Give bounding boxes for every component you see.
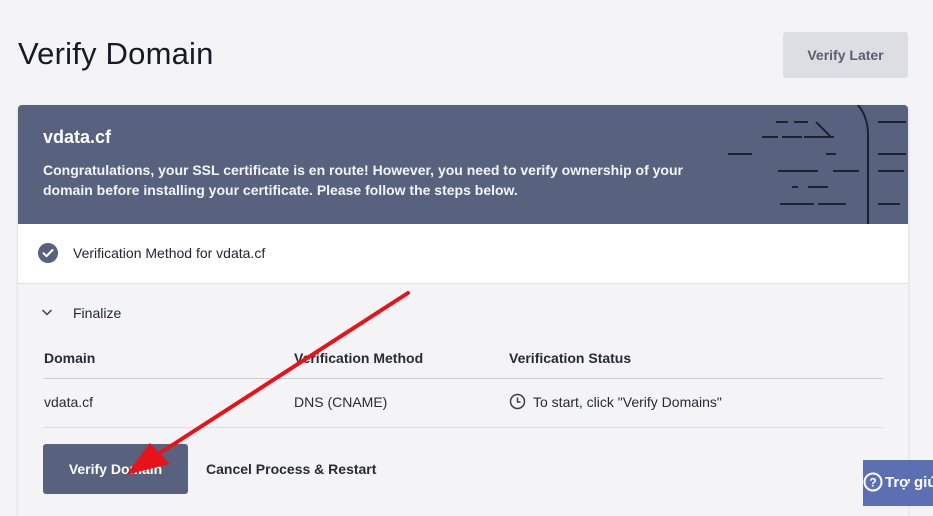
help-button[interactable]: ? Trợ giú xyxy=(863,460,933,506)
cancel-restart-link[interactable]: Cancel Process & Restart xyxy=(206,461,376,477)
column-header-domain: Domain xyxy=(44,350,96,366)
decorative-lines xyxy=(728,105,906,224)
svg-text:?: ? xyxy=(869,476,876,490)
verification-method-label: Verification Method for vdata.cf xyxy=(73,245,266,261)
verify-domain-button[interactable]: Verify Domain xyxy=(43,444,188,494)
help-label: Trợ giú xyxy=(885,474,933,491)
column-header-method: Verification Method xyxy=(294,350,424,366)
question-circle-icon: ? xyxy=(863,472,883,492)
cell-domain: vdata.cf xyxy=(44,394,94,410)
verify-later-button[interactable]: Verify Later xyxy=(783,32,908,78)
column-header-status: Verification Status xyxy=(509,350,632,366)
finalize-label: Finalize xyxy=(73,305,122,321)
cell-status: To start, click "Verify Domains" xyxy=(533,394,722,410)
banner-message: Congratulations, your SSL certificate is… xyxy=(43,162,683,198)
verification-card: vdata.cf Congratulations, your SSL certi… xyxy=(18,105,908,516)
header-divider xyxy=(44,378,883,379)
chevron-down-icon xyxy=(41,309,53,316)
check-circle-icon xyxy=(38,243,58,263)
page-title: Verify Domain xyxy=(18,36,214,71)
banner-domain: vdata.cf xyxy=(43,127,112,147)
finalize-section-header[interactable]: Finalize xyxy=(18,285,908,340)
banner: vdata.cf Congratulations, your SSL certi… xyxy=(18,105,908,224)
row-divider xyxy=(44,427,883,428)
clock-icon xyxy=(509,393,526,410)
cell-method: DNS (CNAME) xyxy=(294,394,388,410)
verification-method-row[interactable]: Verification Method for vdata.cf xyxy=(18,224,908,284)
